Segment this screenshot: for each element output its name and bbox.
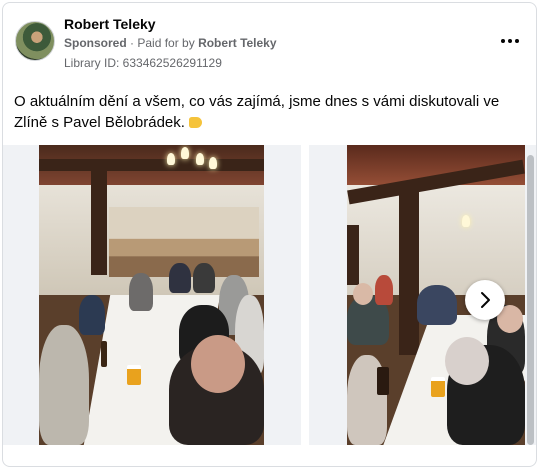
carousel-scrollbar[interactable]: [527, 155, 534, 445]
chevron-right-icon: [481, 292, 490, 308]
carousel-slide[interactable]: [3, 145, 301, 445]
author-name[interactable]: Robert Teleky: [64, 16, 156, 32]
image-carousel: [3, 145, 536, 445]
sponsored-line: Sponsored · Paid for by Robert Teleky: [64, 36, 277, 50]
more-options-button[interactable]: [498, 31, 522, 51]
paid-for-prefix: · Paid for by: [130, 36, 195, 50]
carousel-next-button[interactable]: [465, 280, 505, 320]
ad-post-card: Robert Teleky Sponsored · Paid for by Ro…: [2, 2, 537, 467]
library-id: Library ID: 633462526291129: [64, 56, 222, 70]
author-avatar[interactable]: [15, 21, 55, 61]
more-options-icon-dot: [515, 39, 519, 43]
yellow-heart-emoji-icon: [188, 117, 202, 128]
paid-for-name[interactable]: Robert Teleky: [198, 36, 276, 50]
post-text-body: O aktuálním dění a všem, co vás zajímá, …: [14, 93, 500, 131]
photo-meeting-hall-wide[interactable]: [39, 145, 264, 445]
more-options-icon: [501, 39, 505, 43]
post-text: O aktuálním dění a všem, co vás zajímá, …: [14, 91, 526, 133]
sponsored-label[interactable]: Sponsored: [64, 36, 127, 50]
more-options-icon-dot: [508, 39, 512, 43]
